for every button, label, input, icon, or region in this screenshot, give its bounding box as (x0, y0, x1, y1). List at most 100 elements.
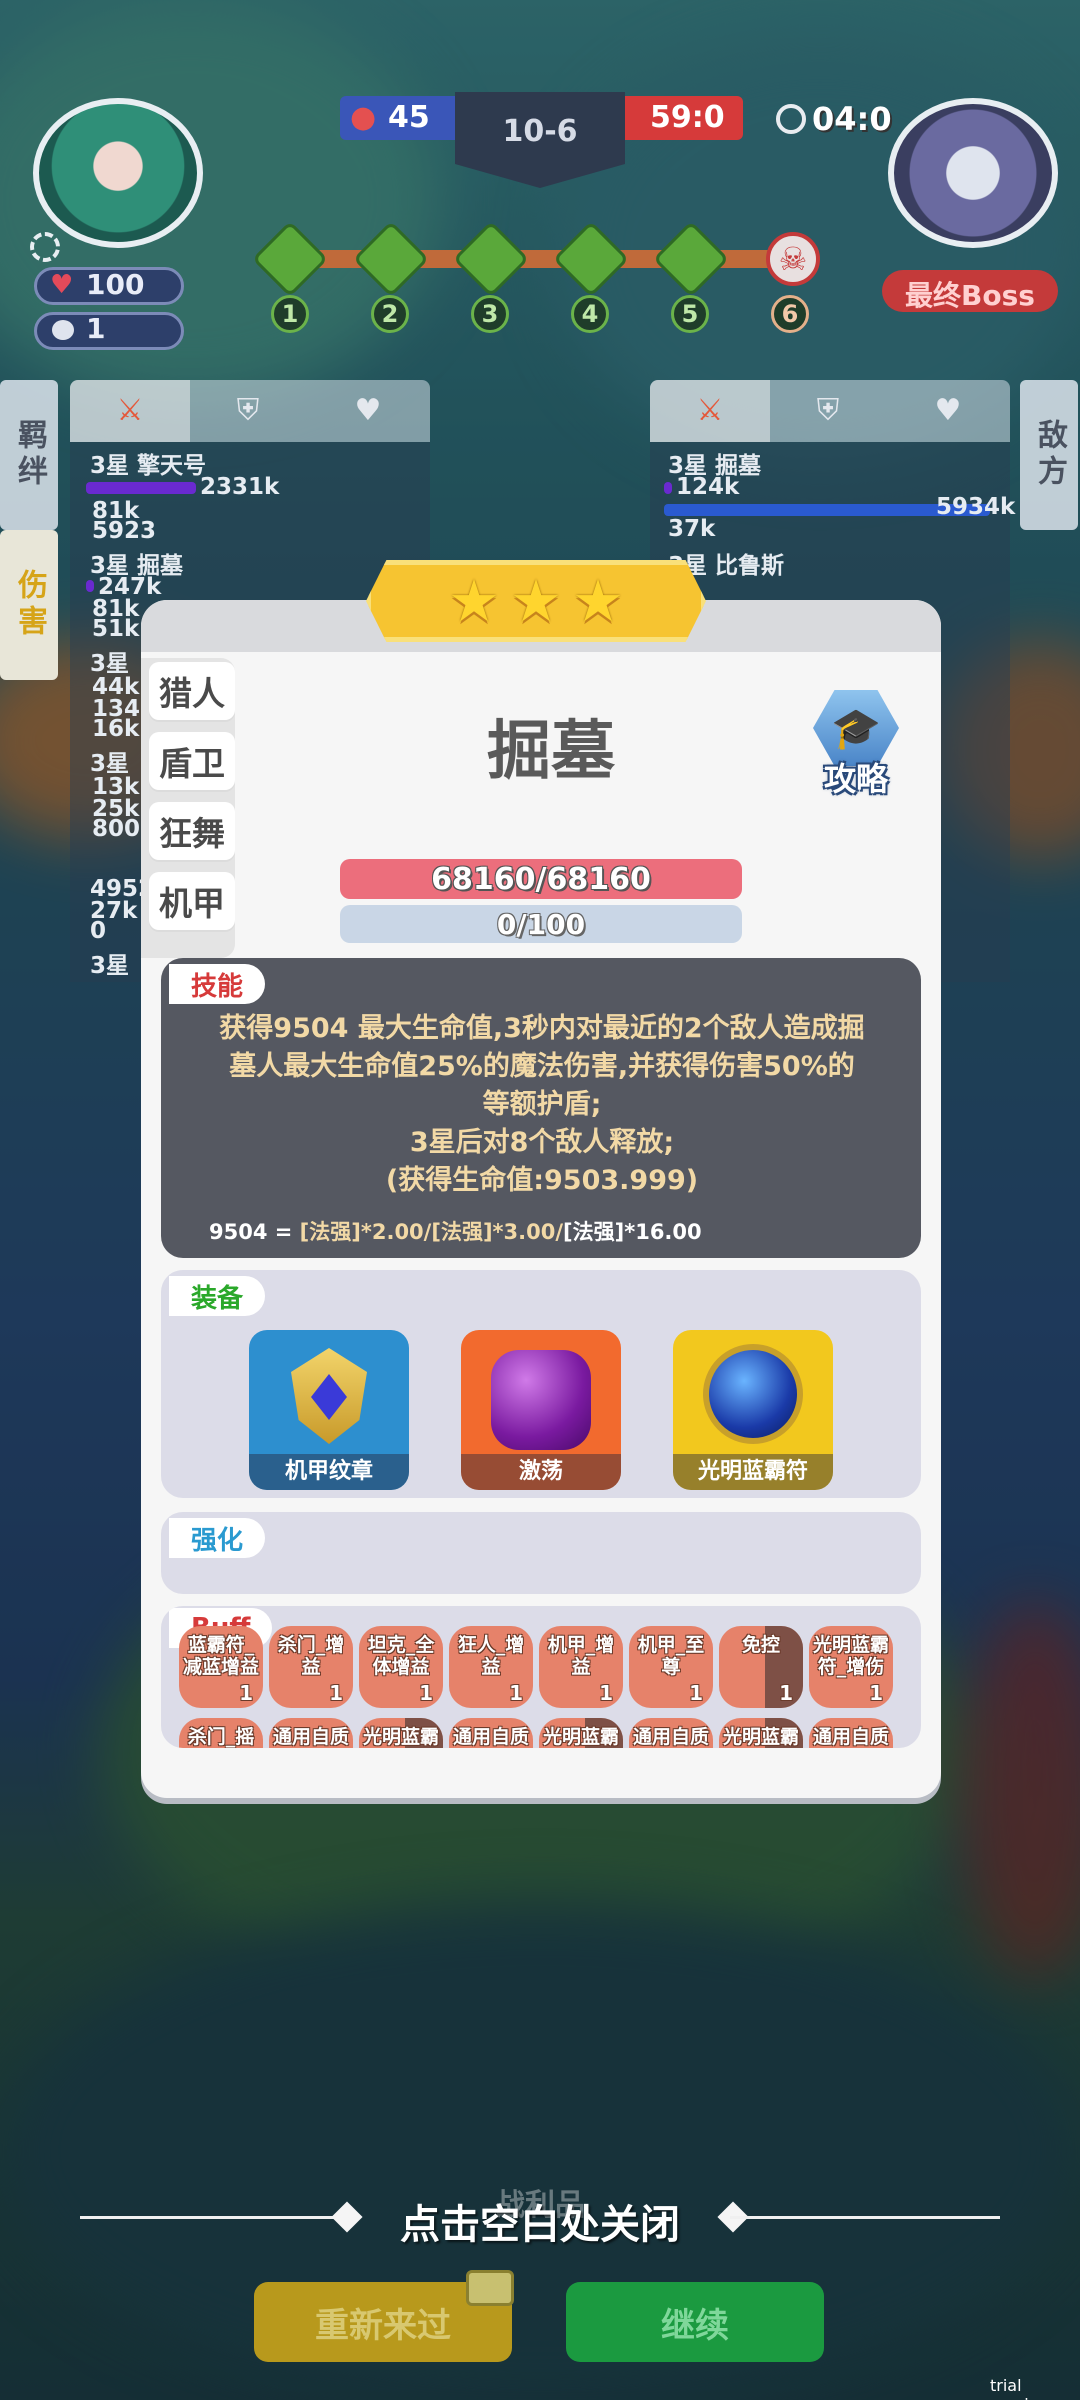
right-score: 59:0 (650, 100, 725, 135)
buff-item[interactable]: 通用自质 (449, 1718, 533, 1748)
ally-row-label: 3星 (90, 953, 130, 979)
buff-name: 杀门_摇 (187, 1726, 255, 1748)
watermark: trial version (990, 2376, 1049, 2400)
class-tag-guard[interactable]: 盾卫 (149, 732, 235, 790)
continue-button[interactable]: 继续 (566, 2282, 824, 2362)
divider-left (80, 2216, 350, 2219)
shield-icon[interactable]: ⛨ (808, 390, 848, 430)
heart-icon[interactable]: ♥ (348, 390, 388, 430)
star-icon: ★ (572, 567, 624, 635)
heart-icon[interactable]: ♥ (928, 390, 968, 430)
player-avatar[interactable] (33, 98, 203, 248)
star-icon: ★ (510, 567, 562, 635)
equip-slot[interactable]: 光明蓝霸符 (673, 1330, 833, 1490)
buff-count: 1 (779, 1681, 793, 1705)
buff-name: 狂人_增益 (457, 1634, 525, 1678)
guide-button[interactable]: 🎓 攻略 (801, 690, 911, 800)
buff-item[interactable]: 坦克_全体增益 1 (359, 1626, 443, 1708)
buff-name: 坦克_全体增益 (367, 1634, 435, 1678)
equip-slot[interactable]: 激荡 (461, 1330, 621, 1490)
skull-icon: ☠ (766, 232, 820, 286)
gear-icon[interactable] (30, 232, 60, 262)
buff-name: 光明蓝霸符_增伤 (812, 1634, 889, 1678)
buff-item[interactable]: 机甲_增益 1 (539, 1626, 623, 1708)
buff-item[interactable]: 通用自质 (629, 1718, 713, 1748)
hp-bar: 68160/68160 (340, 859, 742, 899)
divider-right (730, 2216, 1000, 2219)
ally-row-value: 2331k (200, 474, 280, 500)
wave-number: 6 (771, 295, 809, 333)
buff-name: 通用自质 (632, 1726, 709, 1748)
buff-item[interactable]: 杀门_摇 (179, 1718, 263, 1748)
ally-row-value: 16k (92, 716, 140, 742)
boss-label: 最终Boss (905, 279, 1035, 312)
wave-number: 2 (371, 295, 409, 333)
boss-avatar[interactable] (888, 98, 1058, 248)
ally-row-label: 3星 擎天号 (90, 453, 207, 479)
buff-item[interactable]: 狂人_增益 1 (449, 1626, 533, 1708)
formula-part: [法强] (431, 1220, 493, 1244)
tab-enemy[interactable]: 敌方 (1020, 380, 1078, 530)
buff-item[interactable]: 光明蓝霸 (359, 1718, 443, 1748)
equip-slot[interactable]: 机甲纹章 (249, 1330, 409, 1490)
equipment-section: 装备 机甲纹章 激荡 光明蓝霸符 (161, 1270, 921, 1498)
ally-damage-bar (86, 482, 196, 494)
buff-count: 1 (509, 1681, 523, 1705)
buff-name: 机甲_增益 (547, 1634, 615, 1678)
class-tag-hunter[interactable]: 猎人 (149, 662, 235, 720)
class-tag-dancer[interactable]: 狂舞 (149, 802, 235, 860)
formula-value: 9504 = (209, 1220, 300, 1244)
buff-item[interactable]: 光明蓝霸符_增伤 1 (809, 1626, 893, 1708)
buff-name: 通用自质 (812, 1726, 889, 1748)
skill-description: 获得9504 最大生命值,3秒内对最近的2个敌人造成掘 墓人最大生命值25%的魔… (197, 1010, 887, 1200)
shield-icon[interactable]: ⛨ (228, 390, 268, 430)
buff-name: 通用自质 (272, 1726, 349, 1748)
left-score: 45 (388, 100, 430, 135)
blue-orb-icon (703, 1344, 803, 1444)
skill-formula: 9504 = [法强]*2.00/[法强]*3.00/[法强]*16.00 (209, 1216, 702, 1246)
wave-number: 5 (671, 295, 709, 333)
player-gold-value: 1 (86, 312, 106, 345)
skill-section: 技能 获得9504 最大生命值,3秒内对最近的2个敌人造成掘 墓人最大生命值25… (161, 958, 921, 1258)
buff-item[interactable]: 蓝霸符_减蓝增益 1 (179, 1626, 263, 1708)
mana-bar: 0/100 (340, 905, 742, 943)
skill-line: 获得9504 最大生命值,3秒内对最近的2个敌人造成掘 (219, 1013, 865, 1044)
close-hint[interactable]: 点击空白处关闭 (380, 2192, 700, 2250)
tab-bonds[interactable]: 羁绊 (0, 380, 58, 530)
equip-label: 光明蓝霸符 (673, 1454, 833, 1490)
class-tag-mecha[interactable]: 机甲 (149, 872, 235, 930)
skill-line: 墓人最大生命值25%的魔法伤害,并获得伤害50%的 (229, 1051, 855, 1082)
timer-icon (776, 104, 806, 134)
buff-count: 1 (869, 1681, 883, 1705)
skill-line: (获得生命值:9503.999) (385, 1165, 699, 1196)
buff-item[interactable]: 通用自质 (809, 1718, 893, 1748)
ally-row-value: 0 (90, 918, 107, 944)
formula-part: *16.00 (624, 1220, 702, 1244)
buff-item[interactable]: 光明蓝霸 (539, 1718, 623, 1748)
coin-icon (52, 320, 74, 340)
guide-label: 攻略 (823, 760, 888, 798)
tab-damage[interactable]: 伤害 (0, 530, 58, 680)
buff-item[interactable]: 光明蓝霸 (719, 1718, 803, 1748)
formula-part: [法强] (563, 1220, 625, 1244)
equip-label: 激荡 (461, 1454, 621, 1490)
heart-icon: ♥ (50, 270, 74, 300)
wave-number: 3 (471, 295, 509, 333)
star-icon: ★ (448, 567, 500, 635)
ally-row-value: 51k (92, 616, 140, 642)
buff-section[interactable]: Buff 蓝霸符_减蓝增益1 杀门_增益1 坦克_全体增益1 狂人_增益1 机甲… (161, 1606, 921, 1748)
enhance-tag: 强化 (169, 1518, 266, 1558)
buff-name: 光明蓝霸 (542, 1726, 619, 1748)
formula-part: *2.00/ (360, 1220, 432, 1244)
buff-item[interactable]: 机甲_至尊 1 (629, 1626, 713, 1708)
formula-part: [法强] (299, 1220, 361, 1244)
buff-count: 1 (599, 1681, 613, 1705)
buff-item[interactable]: 通用自质 (269, 1718, 353, 1748)
buff-item[interactable]: 杀门_增益 1 (269, 1626, 353, 1708)
ally-row-label: 3星 (90, 651, 130, 677)
retry-label: 重新来过 (315, 2305, 451, 2346)
buff-item[interactable]: 免控 1 (719, 1626, 803, 1708)
buff-count: 1 (419, 1681, 433, 1705)
ally-row-value: 5923 (92, 518, 157, 544)
buff-count: 1 (239, 1681, 253, 1705)
